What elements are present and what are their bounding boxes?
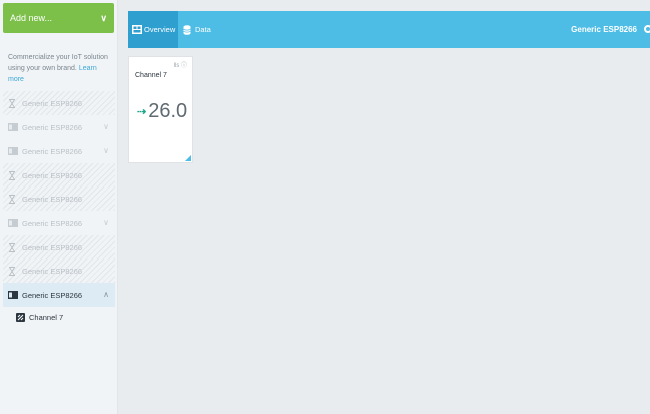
chevron-down-icon[interactable]: ∨: [103, 122, 109, 131]
device-label: Generic ESP8266: [22, 218, 83, 228]
chip-icon: [8, 146, 18, 156]
gear-icon[interactable]: [644, 25, 650, 33]
chevron-down-icon[interactable]: ∨: [103, 218, 109, 227]
add-new-label: Add new...: [10, 13, 53, 23]
device-label: Generic ESP8266: [22, 290, 83, 300]
hourglass-icon: [8, 242, 18, 252]
tab-data[interactable]: Data: [180, 11, 211, 48]
hourglass-icon: [8, 170, 18, 180]
hourglass-icon: [8, 98, 18, 108]
sidebar-item-channel-7[interactable]: Channel 7: [16, 313, 63, 322]
tab-overview[interactable]: Overview: [128, 11, 178, 48]
hourglass-icon: [8, 266, 18, 276]
device-list: Generic ESP8266 Generic ESP8266 ∨ Generi…: [3, 91, 115, 307]
device-item-4[interactable]: Generic ESP8266: [3, 163, 115, 187]
widget-value-row: ⇢ 26.0: [137, 100, 187, 123]
arrow-right-icon: ⇢: [137, 106, 147, 118]
top-bar: Overview Data Generic ESP8266: [128, 11, 650, 48]
database-icon: [183, 25, 193, 35]
add-new-button[interactable]: Add new... ∨: [3, 3, 114, 33]
widget-info-icon[interactable]: lls ⓘ: [174, 60, 187, 69]
tab-overview-label: Overview: [144, 25, 176, 34]
device-item-2[interactable]: Generic ESP8266 ∨: [3, 115, 115, 139]
channel-label: Channel 7: [29, 313, 64, 322]
device-item-8[interactable]: Generic ESP8266: [3, 259, 115, 283]
device-label: Generic ESP8266: [22, 98, 83, 108]
device-item-5[interactable]: Generic ESP8266: [3, 187, 115, 211]
chevron-down-icon[interactable]: ∨: [103, 146, 109, 155]
hourglass-icon: [8, 194, 18, 204]
device-item-3[interactable]: Generic ESP8266 ∨: [3, 139, 115, 163]
chip-icon: [8, 122, 18, 132]
device-label: Generic ESP8266: [22, 146, 83, 156]
widget-title: Channel 7: [135, 72, 167, 79]
chip-icon: [8, 218, 18, 228]
channel-widget[interactable]: lls ⓘ Channel 7 ⇢ 26.0: [128, 56, 193, 163]
device-title: Generic ESP8266: [571, 25, 637, 34]
tab-data-label: Data: [195, 25, 211, 34]
chevron-down-icon: ∨: [100, 12, 107, 23]
chevron-up-icon[interactable]: ∧: [103, 290, 109, 299]
main-area: Overview Data Generic ESP8266 lls ⓘ Chan…: [118, 0, 650, 414]
device-item-7[interactable]: Generic ESP8266: [3, 235, 115, 259]
device-label: Generic ESP8266: [22, 170, 83, 180]
device-label: Generic ESP8266: [22, 242, 83, 252]
promo-text: Commercialize your IoT solution using yo…: [8, 52, 114, 85]
resize-handle[interactable]: [185, 155, 191, 161]
device-item-1[interactable]: Generic ESP8266: [3, 91, 115, 115]
widget-value: 26.0: [148, 100, 188, 122]
sidebar: Add new... ∨ Commercialize your IoT solu…: [0, 0, 118, 414]
device-item-6[interactable]: Generic ESP8266 ∨: [3, 211, 115, 235]
device-label: Generic ESP8266: [22, 122, 83, 132]
channel-icon: [16, 313, 25, 322]
overview-icon: [132, 25, 142, 34]
device-item-selected[interactable]: Generic ESP8266 ∧: [3, 283, 115, 307]
device-label: Generic ESP8266: [22, 266, 83, 276]
device-label: Generic ESP8266: [22, 194, 83, 204]
chip-icon: [8, 290, 18, 300]
